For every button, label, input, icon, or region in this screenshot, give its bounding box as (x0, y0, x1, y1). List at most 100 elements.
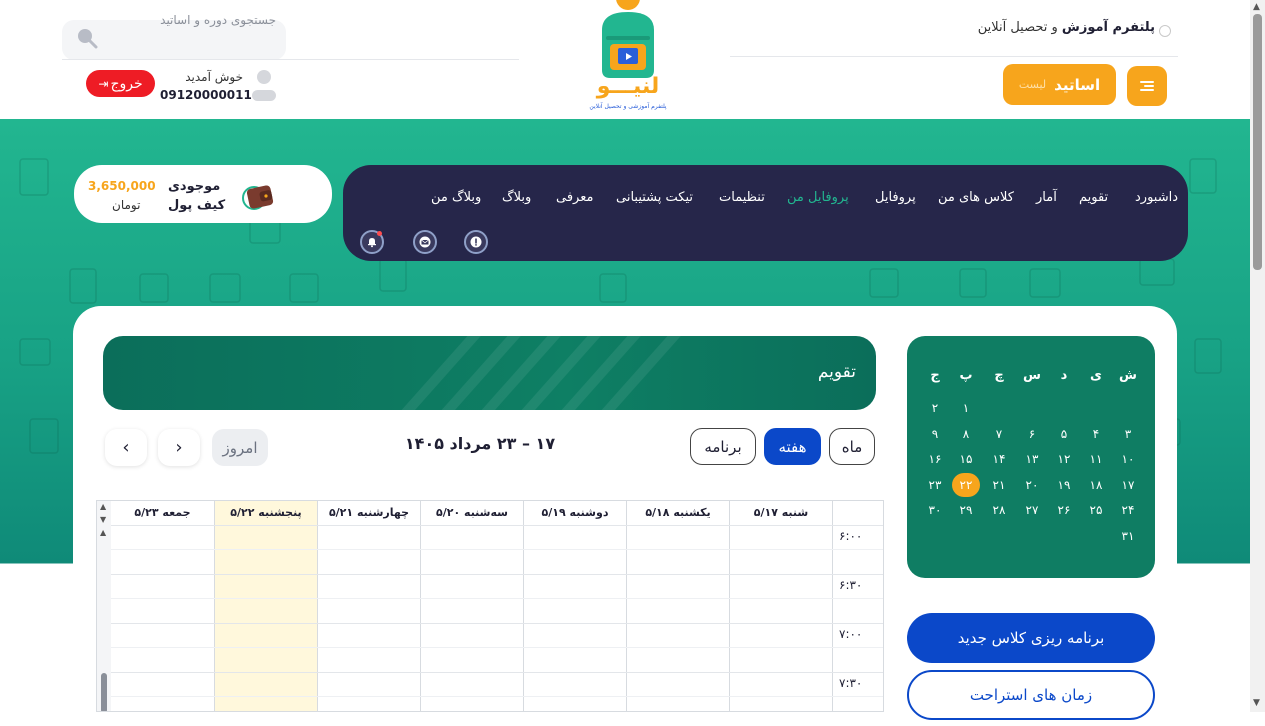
day-header: پنجشنبه ۵/۲۲ (215, 501, 318, 525)
grid-scrollbar[interactable]: ▲ ▼ ▲ (97, 501, 111, 711)
mini-calendar-day[interactable]: ۲۳ (921, 473, 949, 497)
mini-calendar-day[interactable]: ۴ (1082, 422, 1110, 446)
nav-item-settings[interactable]: تنظیمات (719, 190, 765, 205)
message-icon[interactable] (413, 230, 437, 254)
wallet-title: موجودی (168, 179, 221, 194)
nav-item-support-ticket[interactable]: تیکت پشتیبانی (616, 190, 693, 205)
view-week-button[interactable]: هفته (764, 428, 821, 465)
scroll-up-icon[interactable]: ▲ (100, 502, 106, 511)
grid-line (111, 549, 883, 550)
day-column[interactable] (111, 525, 215, 711)
mini-calendar-weekday: پ (959, 368, 973, 383)
mini-calendar-weekday: ی (1090, 368, 1102, 383)
brand-tagline: پلتفرم آموزش و تحصیل آنلاین (977, 20, 1155, 35)
mini-calendar-day[interactable]: ۲۸ (985, 498, 1013, 522)
time-label: ۷:۳۰ (839, 676, 863, 690)
page-scrollbar[interactable]: ▲ ▼ (1250, 0, 1265, 712)
hamburger-menu-button[interactable] (1127, 66, 1167, 106)
wallet-icon (242, 185, 274, 210)
nav-item-blog[interactable]: وبلاگ (502, 190, 531, 205)
day-header: جمعه ۵/۲۳ (111, 501, 215, 525)
scroll-thumb[interactable] (101, 673, 107, 711)
mini-calendar-day[interactable]: ۱۴ (985, 447, 1013, 471)
new-class-button[interactable]: برنامه ریزی کلاس جدید (907, 613, 1155, 663)
mini-calendar-day[interactable]: ۱۶ (921, 447, 949, 471)
mini-calendar-day[interactable]: ۱۷ (1114, 473, 1142, 497)
mini-calendar-day[interactable]: ۲۵ (1082, 498, 1110, 522)
logout-button[interactable]: خروج ⇥ (86, 70, 155, 97)
mini-calendar-day[interactable]: ۳۱ (1114, 524, 1142, 548)
wallet-amount: 3,650,000 (88, 179, 156, 193)
mini-calendar-weekday: د (1060, 368, 1068, 383)
mini-calendar-day[interactable]: ۹ (921, 422, 949, 446)
mini-calendar-day[interactable]: ۱۰ (1114, 447, 1142, 471)
mini-calendar-day[interactable]: ۱۸ (1082, 473, 1110, 497)
wallet-card[interactable] (74, 165, 332, 223)
mini-calendar-day[interactable]: ۳ (1114, 422, 1142, 446)
grid-line (111, 525, 883, 526)
mini-calendar-day[interactable]: ۱ (952, 396, 980, 420)
nav-item-my-blog[interactable]: وبلاگ من (431, 190, 481, 205)
mini-calendar-day[interactable]: ۲۹ (952, 498, 980, 522)
search-icon[interactable] (76, 27, 98, 49)
mini-calendar-day[interactable]: ۲۴ (1114, 498, 1142, 522)
day-column[interactable] (730, 525, 833, 711)
logout-icon: ⇥ (98, 76, 109, 91)
teachers-list-button[interactable]: اساتید لیست (1003, 64, 1116, 105)
mini-calendar-day[interactable]: ۳۰ (921, 498, 949, 522)
day-header: یکشنبه ۵/۱۸ (627, 501, 730, 525)
view-month-button[interactable]: ماه (829, 428, 875, 465)
mini-calendar-weekday: س (1023, 368, 1041, 383)
day-column[interactable] (421, 525, 524, 711)
nav-item-dashboard[interactable]: داشبورد (1135, 190, 1178, 205)
scroll-down-icon[interactable]: ▼ (100, 515, 106, 524)
mini-calendar-day[interactable]: ۱۵ (952, 447, 980, 471)
mini-calendar-day[interactable]: ۱۲ (1050, 447, 1078, 471)
week-grid: ▲ ▼ ▲ جمعه ۵/۲۳ پنجشنبه ۵/۲۲ چهارشنبه ۵/… (96, 500, 884, 712)
view-agenda-button[interactable]: برنامه (690, 428, 756, 465)
day-header: سه‌شنبه ۵/۲۰ (421, 501, 524, 525)
mini-calendar-day[interactable]: ۱۹ (1050, 473, 1078, 497)
nav-item-profile[interactable]: پروفایل (875, 190, 916, 205)
day-column[interactable] (215, 525, 318, 711)
next-week-button[interactable]: › (158, 429, 200, 466)
mini-calendar-day[interactable]: ۲۷ (1018, 498, 1046, 522)
mini-calendar-day[interactable]: ۸ (952, 422, 980, 446)
scroll-up-icon[interactable]: ▲ (1253, 2, 1260, 12)
header-divider (62, 59, 519, 60)
nav-item-my-profile[interactable]: پروفایل من (787, 190, 849, 205)
mini-calendar-today[interactable]: ۲۲ (952, 472, 980, 497)
today-button[interactable]: امروز (212, 429, 268, 466)
user-phone: 09120000011 (160, 88, 252, 102)
day-column[interactable] (524, 525, 627, 711)
mini-calendar-day[interactable]: ۱۳ (1018, 447, 1046, 471)
day-column[interactable] (318, 525, 421, 711)
prev-week-button[interactable]: ‹ (105, 429, 147, 466)
grid-line (111, 598, 883, 599)
scroll-up-icon[interactable]: ▲ (100, 528, 106, 537)
time-label: ۷:۰۰ (839, 627, 863, 641)
time-header (833, 501, 883, 525)
time-label: ۶:۰۰ (839, 529, 863, 543)
mini-calendar-day[interactable]: ۶ (1018, 422, 1046, 446)
mini-calendar-day[interactable]: ۵ (1050, 422, 1078, 446)
nav-item-calendar[interactable]: تقویم (1079, 190, 1108, 205)
grid-line (111, 574, 883, 575)
scroll-down-icon[interactable]: ▼ (1253, 698, 1260, 708)
grid-line (111, 696, 883, 697)
page-scroll-thumb[interactable] (1253, 14, 1262, 270)
mini-calendar-day[interactable]: ۷ (985, 422, 1013, 446)
search-input[interactable]: جستجوی دوره و اساتید (62, 13, 276, 27)
mini-calendar-day[interactable]: ۲ (921, 396, 949, 420)
mini-calendar-day[interactable]: ۲۶ (1050, 498, 1078, 522)
mini-calendar-day[interactable]: ۲۰ (1018, 473, 1046, 497)
nav-item-introduce[interactable]: معرفی (556, 190, 593, 205)
nav-item-my-classes[interactable]: کلاس های من (938, 190, 1014, 205)
mini-calendar-day[interactable]: ۱۱ (1082, 447, 1110, 471)
nav-item-stats[interactable]: آمار (1036, 190, 1057, 205)
info-icon[interactable] (464, 230, 488, 254)
day-column[interactable] (627, 525, 730, 711)
mini-calendar-day[interactable]: ۲۱ (985, 473, 1013, 497)
rest-times-button[interactable]: زمان های استراحت (907, 670, 1155, 720)
bell-icon[interactable] (360, 230, 384, 254)
